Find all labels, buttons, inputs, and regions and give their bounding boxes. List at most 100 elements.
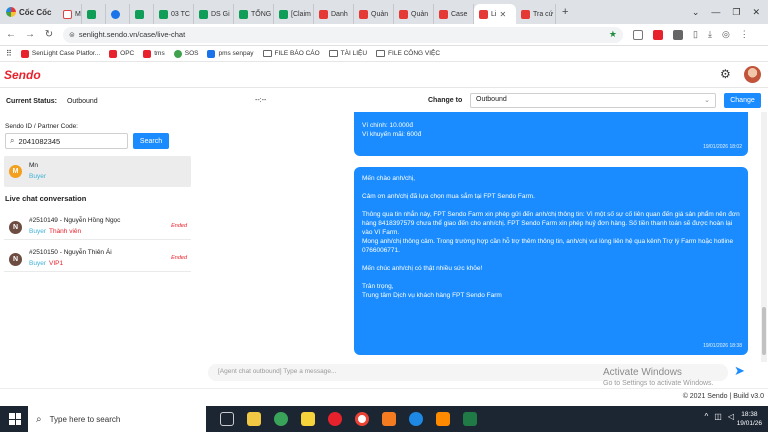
system-tray: ^ ◫ ◁ (705, 412, 734, 421)
change-button[interactable]: Change (724, 93, 761, 108)
chrome-icon[interactable] (355, 412, 369, 426)
reload-icon[interactable]: ↻ (41, 29, 57, 40)
sendo-extension-icon[interactable] (653, 29, 663, 40)
firefox-icon[interactable] (382, 412, 396, 426)
browser-tab[interactable]: Quản (354, 4, 394, 24)
sendo-icon (479, 9, 488, 19)
tab-label: DS Gi (211, 10, 230, 18)
browser-brand: Cốc Cốc (0, 0, 58, 24)
search-button[interactable]: Search (133, 133, 169, 149)
coccoc-logo-icon (6, 7, 16, 17)
bookmark-senlight[interactable]: SenLight Case Platfor... (20, 49, 100, 58)
bookmark-opc[interactable]: OPC (109, 49, 134, 58)
browser-tab[interactable] (130, 4, 154, 24)
address-bar-row: ← → ↻ ⊜ senlight.sendo.vn/case/live-chat… (0, 24, 768, 46)
sendo-id-input[interactable]: ⌕ 2041082345 (5, 133, 128, 149)
back-icon[interactable]: ← (3, 29, 19, 40)
browser-tab[interactable]: Danh (314, 4, 354, 24)
download-icon[interactable]: ⤓ (708, 29, 712, 40)
tab-label: Danh (331, 10, 348, 18)
scrollbar-thumb[interactable] (762, 307, 766, 355)
network-icon[interactable]: ◫ (714, 412, 722, 421)
bookmark-tai-lieu[interactable]: TÀI LIỆU (328, 50, 368, 57)
sidebar-icon[interactable]: ▯ (693, 29, 698, 40)
bookmark-sos[interactable]: SOS (173, 49, 198, 58)
windows-start-icon[interactable] (6, 410, 24, 428)
sendo-logo[interactable]: Sendo (4, 68, 41, 82)
bookmark-file-cong-viec[interactable]: FILE CÔNG VIỆC (376, 50, 440, 57)
message-time: 19/01/2026 18:02 (703, 144, 742, 150)
chat-scrollbar[interactable] (761, 112, 767, 362)
bookmark-label: TÀI LIỆU (340, 50, 368, 57)
current-status-label: Current Status: (6, 97, 57, 105)
taskbar-clock[interactable]: 18:38 19/01/26 (737, 410, 762, 428)
browser-tab[interactable]: DS Gi (194, 4, 234, 24)
bookmark-file-bao-cao[interactable]: FILE BÁO CÁO (262, 50, 320, 57)
status-row: Current Status: Outbound --:-- Change to… (0, 90, 768, 112)
show-hidden-icons-icon[interactable]: ^ (705, 412, 709, 421)
coccoc-taskbar-icon[interactable] (274, 412, 288, 426)
sticky-notes-icon[interactable] (301, 412, 315, 426)
extensions-icon[interactable] (673, 29, 683, 40)
footer: © 2021 Sendo | Build v3.0 (0, 388, 768, 405)
browser-tab[interactable]: 03 TC (154, 4, 194, 24)
tab-label: Tra cứ (533, 10, 554, 18)
account-icon[interactable]: ◎ (722, 29, 730, 40)
window-controls: ⌄ — ❐ ✕ (692, 0, 768, 24)
forward-icon[interactable]: → (22, 29, 38, 40)
excel-icon[interactable] (463, 412, 477, 426)
app-icon[interactable] (436, 412, 450, 426)
message-time: 19/01/2026 18:38 (703, 343, 742, 349)
conversation-item[interactable]: N #2510150 - Nguyễn Thiên Ái Buyer VIP1 E… (4, 246, 191, 272)
tab-label: Quản (371, 10, 389, 18)
browser-tab[interactable]: TỔNG (234, 4, 274, 24)
maximize-icon[interactable]: ❐ (732, 7, 740, 18)
edge-icon[interactable] (409, 412, 423, 426)
taskbar-search[interactable]: ⌕ Type here to search (28, 406, 206, 432)
browser-tab[interactable]: [Claim (274, 4, 314, 24)
conversation-level: Thành viên (48, 228, 82, 235)
shield-icon[interactable] (633, 29, 643, 40)
site-info-icon[interactable]: ⊜ (69, 31, 75, 39)
file-explorer-icon[interactable] (247, 412, 261, 426)
volume-icon[interactable]: ◁ (728, 412, 734, 421)
avatar[interactable] (744, 66, 761, 83)
sheet-icon (159, 9, 168, 19)
conversation-status: Ended (171, 223, 187, 229)
close-tab-icon[interactable]: ✕ (499, 10, 506, 19)
sendo-id-value[interactable]: 2041082345 (18, 137, 60, 146)
app-icon[interactable] (328, 412, 342, 426)
browser-tab[interactable]: Quản (394, 4, 434, 24)
minimize-icon[interactable]: — (711, 7, 720, 17)
conversation-tag: Buyer (29, 228, 46, 235)
browser-tab[interactable]: M (58, 4, 82, 24)
folder-icon (328, 50, 338, 57)
conversation-item[interactable]: N #2510149 - Nguyễn Hồng Ngọc Buyer Thành… (4, 214, 191, 240)
close-window-icon[interactable]: ✕ (752, 7, 760, 18)
url-text[interactable]: senlight.sendo.vn/case/live-chat (79, 30, 609, 39)
bookmark-label: tms (154, 50, 165, 57)
apps-icon[interactable]: ⠿ (6, 49, 12, 58)
tab-search-icon[interactable]: ⌄ (692, 7, 700, 18)
browser-tab[interactable]: Case (434, 4, 474, 24)
url-bar[interactable]: ⊜ senlight.sendo.vn/case/live-chat ★ (63, 26, 623, 43)
message-wish: Mến chúc anh/chị có thật nhiều sức khỏe! (362, 265, 483, 272)
buyer-card[interactable]: M Mn Buyer (4, 156, 191, 187)
change-to-select[interactable]: Outbound ⌄ (470, 93, 716, 108)
sos-icon (173, 49, 182, 58)
gear-icon[interactable]: ⚙ (720, 67, 731, 81)
menu-icon[interactable]: ⋮ (740, 29, 749, 40)
bookmark-star-icon[interactable]: ★ (609, 29, 617, 40)
tab-label: TỔNG (251, 10, 272, 18)
browser-tab[interactable] (82, 4, 106, 24)
status-timer: --:-- (255, 97, 267, 104)
search-icon: ⌕ (10, 136, 15, 145)
send-icon[interactable]: ➤ (734, 363, 745, 379)
browser-tab[interactable] (106, 4, 130, 24)
bookmark-tms[interactable]: tms (143, 49, 165, 58)
browser-tab[interactable]: Tra cứ (516, 4, 556, 24)
browser-tab[interactable]: Li ✕ (474, 4, 516, 24)
bookmark-pms-senpay[interactable]: pms senpay (207, 49, 254, 58)
new-tab-button[interactable]: + (556, 6, 574, 18)
task-view-icon[interactable] (220, 412, 234, 426)
